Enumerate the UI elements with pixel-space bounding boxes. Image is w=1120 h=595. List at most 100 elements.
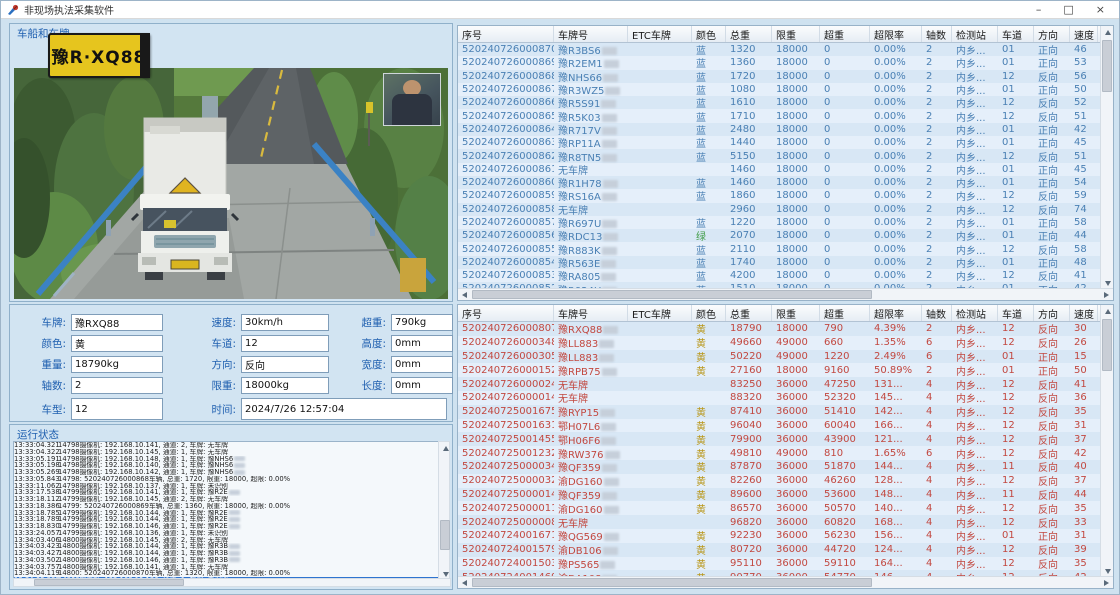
table-row[interactable]: 520240726000864豫R717V蓝24801800000.00%2内乡… [458, 123, 1102, 136]
table-row[interactable]: 520240725001631鄂H07L6黄960403600060040166… [458, 419, 1102, 433]
column-header[interactable]: 轴数 [922, 26, 952, 42]
table-row[interactable]: 520240726000860豫R1H78蓝14601800000.00%2内乡… [458, 176, 1102, 189]
log-line[interactable]: 13:34:03.40614800摄像机: 192.168.10.145, 通道… [14, 537, 438, 544]
column-header[interactable]: 超重 [820, 26, 870, 42]
scrollbar-thumb[interactable] [440, 520, 450, 550]
table-row[interactable]: 520240724001503豫PS565黄951103600059110164… [458, 557, 1102, 571]
column-header[interactable]: 车牌号 [554, 26, 628, 42]
minimize-button[interactable]: – [1036, 2, 1042, 18]
log-horizontal-scrollbar[interactable] [13, 578, 451, 587]
axles-field[interactable] [71, 377, 163, 394]
table-row[interactable]: 520240725000014豫QF359黄896003600053600148… [458, 488, 1102, 502]
scrollbar-thumb[interactable] [472, 290, 872, 299]
table-row[interactable]: 520240726000868豫NHS66蓝17201800000.00%2内乡… [458, 70, 1102, 83]
table-row[interactable]: 520240726000152豫RPB75黄2716018000916050.8… [458, 363, 1102, 377]
column-header[interactable]: 轴数 [922, 305, 952, 321]
scrollbar-thumb[interactable] [34, 579, 184, 586]
log-line[interactable]: 13:34:03.75714800摄像机: 192.168.10.141, 通道… [14, 564, 438, 571]
log-line[interactable]: 13:33:17.53814799摄像机: 192.168.10.141, 通道… [14, 489, 438, 496]
log-line[interactable]: 13:34:03.42314800摄像机: 192.168.10.144, 通道… [14, 543, 438, 550]
column-header[interactable]: 检测站 [952, 305, 998, 321]
table-row[interactable]: 520240726000870豫R3BS6蓝13201800000.00%2内乡… [458, 43, 1102, 56]
column-header[interactable]: 颜色 [692, 305, 726, 321]
column-header[interactable]: 限重 [772, 26, 820, 42]
log-line[interactable]: 13:33:05.26914798摄像机: 192.168.10.142, 通道… [14, 469, 438, 476]
table-row[interactable]: 520240725001455鄂H06F6黄799003600043900121… [458, 432, 1102, 446]
table-row[interactable]: 520240726000857豫R697U蓝12201800000.00%2内乡… [458, 216, 1102, 229]
length-field[interactable] [391, 377, 453, 394]
column-header[interactable]: 方向 [1034, 26, 1070, 42]
table-row[interactable]: 520240726000858无车牌29601800000.00%2内乡...1… [458, 203, 1102, 216]
scrollbar-thumb[interactable] [1102, 40, 1112, 92]
column-header[interactable]: 检测站 [952, 26, 998, 42]
table-row[interactable]: 520240726000014无车牌883203600052320145...4… [458, 391, 1102, 405]
table-row[interactable]: 520240725001675豫RYP15黄874103600051410142… [458, 405, 1102, 419]
table-horizontal-scrollbar[interactable] [458, 576, 1113, 588]
log-vertical-scrollbar[interactable] [438, 441, 450, 582]
column-header[interactable]: 车道 [998, 305, 1034, 321]
table-vertical-scrollbar[interactable] [1100, 305, 1113, 578]
table-row[interactable]: 520240726000855豫R883K蓝21101800000.00%2内乡… [458, 242, 1102, 255]
column-header[interactable]: 超重 [820, 305, 870, 321]
table-row[interactable]: 520240726000866豫R5S91蓝16101800000.00%2内乡… [458, 96, 1102, 109]
column-header[interactable]: 限重 [772, 305, 820, 321]
log-line[interactable]: 13:33:05.84314798: 520240726000868车辆, 总重… [14, 476, 438, 483]
table-row[interactable]: 520240725001232豫RW376黄49810490008101.65%… [458, 446, 1102, 460]
lane-field[interactable] [241, 335, 329, 352]
column-header[interactable]: 超限率 [870, 305, 922, 321]
column-header[interactable]: 车牌号 [554, 305, 628, 321]
table-row[interactable]: 520240725000011渝DG160黄865703600050570140… [458, 501, 1102, 515]
column-header[interactable]: 车道 [998, 26, 1034, 42]
table-row[interactable]: 520240726000861无车牌14601800000.00%2内乡...0… [458, 163, 1102, 176]
table-row[interactable]: 520240726000305豫LL883黄502204900012202.49… [458, 350, 1102, 364]
table-vertical-scrollbar[interactable] [1100, 26, 1113, 290]
weight-limit-field[interactable] [241, 377, 329, 394]
height-field[interactable] [391, 335, 453, 352]
log-line[interactable]: 13:33:05.19114798摄像机: 192.168.10.148, 通道… [14, 456, 438, 463]
column-header[interactable]: ETC车牌 [628, 26, 692, 42]
log-line[interactable]: 13:33:18.78914799摄像机: 192.168.10.144, 通道… [14, 516, 438, 523]
log-line[interactable]: 13:33:11.06214798摄像机: 192.168.10.137, 通道… [14, 483, 438, 490]
column-header[interactable]: 序号 [458, 305, 554, 321]
log-line[interactable]: 13:33:24.05714799摄像机: 192.168.10.136, 通道… [14, 530, 438, 537]
column-header[interactable]: 总重 [726, 305, 772, 321]
scroll-right-arrow[interactable] [1100, 288, 1113, 301]
table-row[interactable]: 520240726000024无车牌832503600047250131...4… [458, 377, 1102, 391]
column-header[interactable]: 超限率 [870, 26, 922, 42]
table-row[interactable]: 520240726000853豫RA805蓝42001800000.00%2内乡… [458, 269, 1102, 282]
column-header[interactable]: 总重 [726, 26, 772, 42]
log-line[interactable]: 13:34:04.11914800: 520240726000870车辆, 总重… [14, 570, 438, 577]
column-header[interactable]: 速度 [1070, 305, 1098, 321]
log-line[interactable]: 13:33:04.32114798摄像机: 192.168.10.141, 通道… [14, 442, 438, 449]
width-field[interactable] [391, 356, 453, 373]
table-row[interactable]: 520240726000348豫LL883黄49660490006601.35%… [458, 336, 1102, 350]
table-row[interactable]: 520240726000867豫R3WZ5蓝10801800000.00%2内乡… [458, 83, 1102, 96]
status-log-list[interactable]: 13:33:04.32114798摄像机: 192.168.10.141, 通道… [13, 441, 439, 582]
log-line[interactable]: 13:33:18.38614799: 520240726000869车辆, 总重… [14, 503, 438, 510]
weight-field[interactable] [71, 356, 163, 373]
scrollbar-thumb[interactable] [472, 578, 872, 587]
table-row[interactable]: 520240725000034豫QF359黄878703600051870144… [458, 460, 1102, 474]
overweight-field[interactable] [391, 314, 453, 331]
table-row[interactable]: 520240726000869豫R2EM1蓝13601800000.00%2内乡… [458, 56, 1102, 69]
column-header[interactable]: 序号 [458, 26, 554, 42]
close-button[interactable]: × [1096, 2, 1105, 18]
table-row[interactable]: 520240726000865豫R5K03蓝17101800000.00%2内乡… [458, 109, 1102, 122]
scroll-up-arrow[interactable] [439, 442, 452, 455]
table-row[interactable]: 520240726000807豫RXQ88黄18790180007904.39%… [458, 322, 1102, 336]
table-row[interactable]: 520240726000854豫R563E蓝17401800000.00%2内乡… [458, 256, 1102, 269]
maximize-button[interactable]: □ [1063, 2, 1073, 18]
log-line[interactable]: 13:33:18.11214799摄像机: 192.168.10.145, 通道… [14, 496, 438, 503]
scroll-left-arrow[interactable] [458, 288, 471, 301]
plate-field[interactable] [71, 314, 163, 331]
scroll-left-arrow[interactable] [458, 576, 471, 589]
table-row[interactable]: 520240725000008无车牌968203600060820168...4… [458, 515, 1102, 529]
scroll-up-arrow[interactable] [1101, 26, 1114, 39]
log-line[interactable]: 13:34:03.50214800摄像机: 192.168.10.146, 通道… [14, 557, 438, 564]
direction-field[interactable] [241, 356, 329, 373]
scroll-up-arrow[interactable] [1101, 305, 1114, 318]
table-row[interactable]: 520240726000856豫RDC13绿20701800000.00%2内乡… [458, 229, 1102, 242]
color-field[interactable] [71, 335, 163, 352]
vehicle-type-field[interactable] [71, 398, 163, 420]
log-line[interactable]: 13:33:05.19814798摄像机: 192.168.10.140, 通道… [14, 462, 438, 469]
